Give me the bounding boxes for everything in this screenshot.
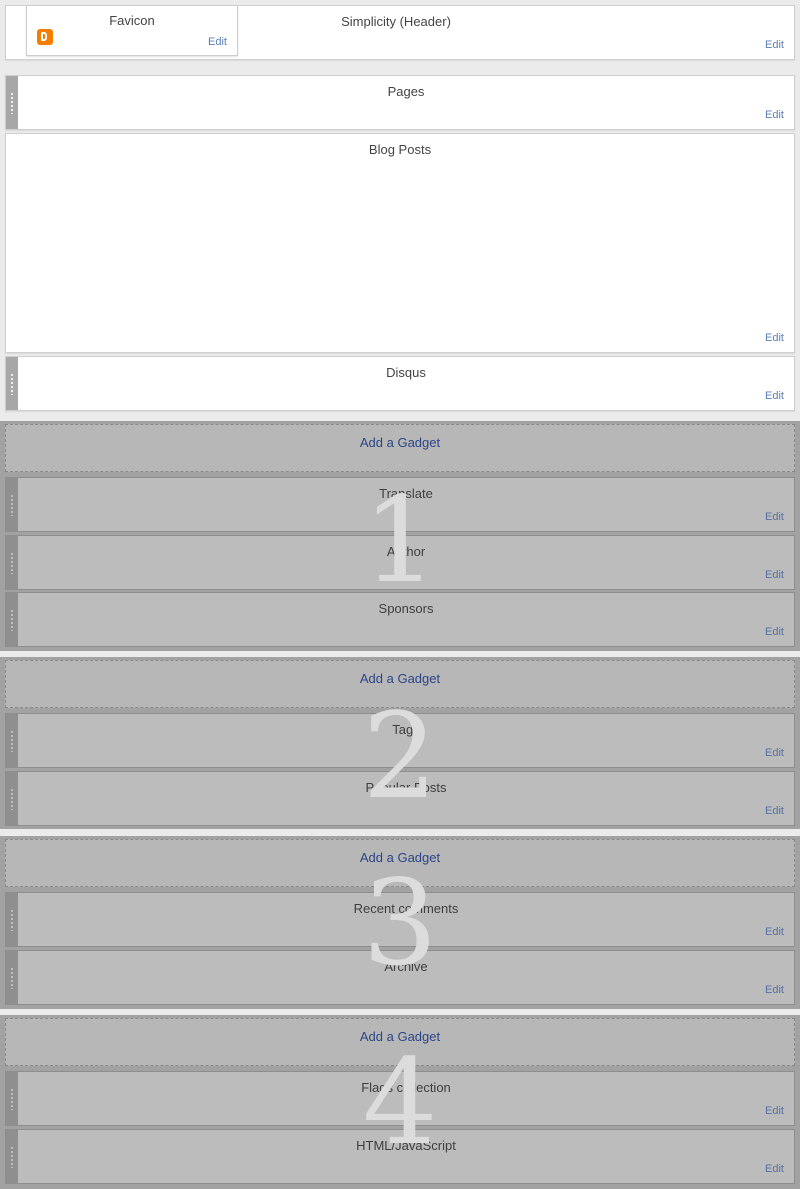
- gadget-title: Sponsors: [378, 601, 434, 616]
- blog-posts-gadget: Blog Posts Edit: [5, 133, 795, 353]
- blog-posts-edit-link[interactable]: Edit: [765, 332, 784, 344]
- add-gadget-label: Add a Gadget: [359, 850, 441, 865]
- grip-icon: [10, 91, 14, 114]
- drag-handle[interactable]: [6, 1072, 18, 1125]
- grip-icon: [10, 372, 14, 395]
- drag-handle[interactable]: [6, 772, 18, 825]
- pages-edit-link[interactable]: Edit: [765, 109, 784, 121]
- disqus-title: Disqus: [386, 365, 426, 380]
- gadget-edit-link[interactable]: Edit: [765, 511, 784, 523]
- grip-icon: [10, 1145, 14, 1168]
- grip-icon: [10, 493, 14, 516]
- grip-icon: [10, 608, 14, 631]
- drag-handle[interactable]: [6, 593, 18, 646]
- drag-handle[interactable]: [6, 893, 18, 946]
- grip-icon: [10, 729, 14, 752]
- gadget-title: Translate: [379, 486, 433, 501]
- drag-handle[interactable]: [6, 76, 18, 129]
- gadget-edit-link[interactable]: Edit: [765, 805, 784, 817]
- add-gadget-button[interactable]: Add a Gadget: [5, 424, 795, 472]
- gadget-edit-link[interactable]: Edit: [765, 747, 784, 759]
- disqus-edit-link[interactable]: Edit: [765, 390, 784, 402]
- gadget-edit-link[interactable]: Edit: [765, 1105, 784, 1117]
- pages-gadget[interactable]: Pages Edit: [5, 75, 795, 130]
- popular-posts-gadget[interactable]: Popular Posts Edit: [5, 771, 795, 826]
- add-gadget-label: Add a Gadget: [359, 435, 441, 450]
- gadget-title: HTML/JavaScript: [356, 1138, 456, 1153]
- grip-icon: [10, 966, 14, 989]
- gadget-edit-link[interactable]: Edit: [765, 569, 784, 581]
- recent-comments-gadget[interactable]: Recent comments Edit: [5, 892, 795, 947]
- sidebar-section-3: 3 Add a Gadget Recent comments Edit Arch…: [0, 836, 800, 1009]
- sidebar-section-1: 1 Add a Gadget Translate Edit Author Edi…: [0, 421, 800, 651]
- html-javascript-gadget[interactable]: HTML/JavaScript Edit: [5, 1129, 795, 1184]
- favicon-gadget: Favicon Edit: [26, 5, 238, 56]
- gadget-edit-link[interactable]: Edit: [765, 984, 784, 996]
- gadget-title: Archive: [384, 959, 428, 974]
- add-gadget-label: Add a Gadget: [359, 671, 441, 686]
- pages-title: Pages: [387, 84, 425, 99]
- drag-handle[interactable]: [6, 1130, 18, 1183]
- archive-gadget[interactable]: Archive Edit: [5, 950, 795, 1005]
- gadget-title: Author: [386, 544, 426, 559]
- drag-handle[interactable]: [6, 951, 18, 1004]
- grip-icon: [10, 908, 14, 931]
- tags-gadget[interactable]: Tags Edit: [5, 713, 795, 768]
- grip-icon: [10, 551, 14, 574]
- drag-handle[interactable]: [6, 536, 18, 589]
- blogger-icon: [37, 29, 53, 45]
- header-edit-link[interactable]: Edit: [765, 39, 784, 51]
- drag-handle[interactable]: [6, 478, 18, 531]
- header-title: Simplicity (Header): [341, 14, 451, 29]
- gadget-edit-link[interactable]: Edit: [765, 626, 784, 638]
- flags-collection-gadget[interactable]: Flags collection Edit: [5, 1071, 795, 1126]
- blog-posts-title: Blog Posts: [368, 142, 432, 157]
- sidebar-section-2: 2 Add a Gadget Tags Edit Popular Posts E…: [0, 657, 800, 829]
- drag-handle[interactable]: [6, 714, 18, 767]
- header-gadget: Favicon Edit Simplicity (Header) Edit: [5, 5, 795, 60]
- sponsors-gadget[interactable]: Sponsors Edit: [5, 592, 795, 647]
- add-gadget-label: Add a Gadget: [359, 1029, 441, 1044]
- gadget-title: Recent comments: [353, 901, 459, 916]
- gadget-edit-link[interactable]: Edit: [765, 926, 784, 938]
- gadget-title: Tags: [392, 722, 420, 737]
- gadget-title: Flags collection: [361, 1080, 451, 1095]
- gadget-edit-link[interactable]: Edit: [765, 1163, 784, 1175]
- translate-gadget[interactable]: Translate Edit: [5, 477, 795, 532]
- grip-icon: [10, 787, 14, 810]
- add-gadget-button[interactable]: Add a Gadget: [5, 660, 795, 708]
- add-gadget-button[interactable]: Add a Gadget: [5, 1018, 795, 1066]
- drag-handle[interactable]: [6, 357, 18, 410]
- author-gadget[interactable]: Author Edit: [5, 535, 795, 590]
- favicon-edit-link[interactable]: Edit: [208, 36, 227, 48]
- disqus-gadget[interactable]: Disqus Edit: [5, 356, 795, 411]
- grip-icon: [10, 1087, 14, 1110]
- add-gadget-button[interactable]: Add a Gadget: [5, 839, 795, 887]
- gadget-title: Popular Posts: [365, 780, 447, 795]
- sidebar-section-4: 4 Add a Gadget Flags collection Edit HTM…: [0, 1015, 800, 1189]
